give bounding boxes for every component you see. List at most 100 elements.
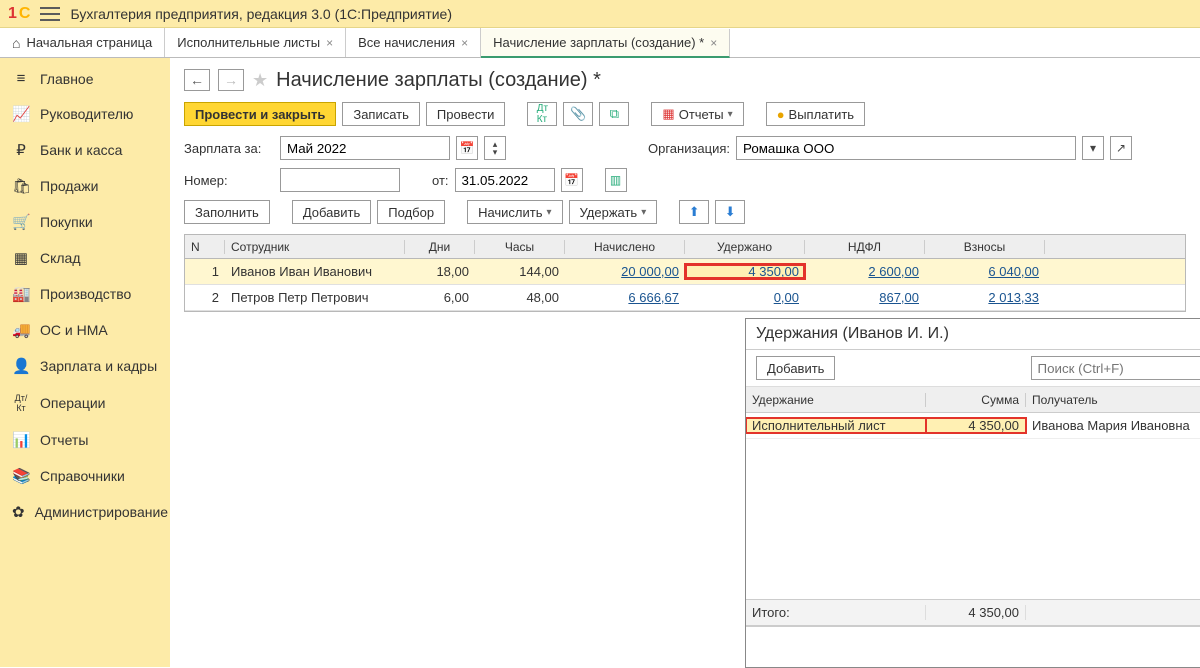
back-button[interactable]: ←	[184, 69, 210, 91]
col-withholding[interactable]: Удержание	[746, 393, 926, 407]
caret-down-icon: ▾	[728, 109, 733, 120]
button-label: Заполнить	[195, 205, 259, 220]
cell-contrib[interactable]: 2 013,33	[988, 290, 1039, 305]
from-label: от:	[432, 173, 449, 188]
add-button[interactable]: Добавить	[292, 200, 371, 224]
move-down-button[interactable]: ⬇	[715, 200, 745, 224]
dialog-row[interactable]: Исполнительный лист 4 350,00 Иванова Мар…	[746, 413, 1200, 439]
dialog-add-button[interactable]: Добавить	[756, 356, 835, 380]
post-button[interactable]: Провести	[426, 102, 506, 126]
sidebar-item-bank[interactable]: ₽Банк и касса	[0, 139, 170, 161]
col-recipient[interactable]: Получатель	[1026, 393, 1200, 407]
col-employee[interactable]: Сотрудник	[225, 240, 405, 254]
sidebar-item-os[interactable]: 🚚 ОС и НМА	[0, 319, 170, 341]
sidebar: ≡Главное 📈Руководителю ₽Банк и касса 🛍Пр…	[0, 58, 170, 667]
withhold-button[interactable]: Удержать ▾	[569, 200, 658, 224]
col-withheld[interactable]: Удержано	[685, 240, 805, 254]
cell-ndfl[interactable]: 2 600,00	[868, 264, 919, 279]
factory-icon: 🏭	[12, 285, 30, 303]
cell-accrued[interactable]: 20 000,00	[621, 264, 679, 279]
grid-icon: ▦	[12, 249, 30, 267]
sidebar-item-sales[interactable]: 🛍Продажи	[0, 175, 170, 197]
col-ndfl[interactable]: НДФЛ	[805, 240, 925, 254]
close-icon[interactable]: ×	[461, 36, 468, 50]
cell-days: 6,00	[405, 290, 475, 305]
col-days[interactable]: Дни	[405, 240, 475, 254]
sidebar-item-reports[interactable]: 📊Отчеты	[0, 429, 170, 451]
dialog-search-input[interactable]	[1031, 356, 1200, 380]
cell-withheld[interactable]: 4 350,00	[748, 264, 799, 279]
calendar-button[interactable]: 📅	[456, 136, 478, 160]
sidebar-item-prod[interactable]: 🏭Производство	[0, 283, 170, 305]
tab-home[interactable]: ⌂ Начальная страница	[0, 28, 165, 57]
accrue-button[interactable]: Начислить ▾	[467, 200, 562, 224]
pick-button[interactable]: Подбор	[377, 200, 445, 224]
col-sum[interactable]: Сумма	[926, 393, 1026, 407]
org-input[interactable]	[736, 136, 1076, 160]
home-icon: ⌂	[12, 35, 20, 51]
org-dropdown-button[interactable]: ▾	[1082, 136, 1104, 160]
cell-sum: 4 350,00	[926, 418, 1026, 433]
cell-withheld[interactable]: 0,00	[774, 290, 799, 305]
sidebar-item-admin[interactable]: ✿Администрирование	[0, 501, 170, 523]
cart-icon: 🛒	[12, 213, 30, 231]
table-row[interactable]: 1 Иванов Иван Иванович 18,00 144,00 20 0…	[185, 259, 1185, 285]
period-stepper[interactable]: ▴▾	[484, 136, 506, 160]
cell-n: 1	[185, 264, 225, 279]
truck-icon: 🚚	[12, 321, 30, 339]
ruble-icon: ₽	[12, 141, 30, 159]
sidebar-item-salary[interactable]: 👤Зарплата и кадры	[0, 355, 170, 377]
tab-isplisty[interactable]: Исполнительные листы ×	[165, 28, 346, 57]
col-n[interactable]: N	[185, 240, 225, 254]
table-row[interactable]: 2 Петров Петр Петрович 6,00 48,00 6 666,…	[185, 285, 1185, 311]
cell-contrib[interactable]: 6 040,00	[988, 264, 1039, 279]
sidebar-item-label: ОС и НМА	[40, 322, 108, 338]
sidebar-item-ops[interactable]: Дт/Кт Операции	[0, 391, 170, 415]
sidebar-item-main[interactable]: ≡Главное	[0, 68, 170, 89]
dtkt-button[interactable]: ДтКт	[527, 102, 557, 126]
org-open-button[interactable]: ↗	[1110, 136, 1132, 160]
hamburger-icon[interactable]	[40, 7, 60, 21]
move-up-button[interactable]: ⬆	[679, 200, 709, 224]
sidebar-item-stock[interactable]: ▦Склад	[0, 247, 170, 269]
forward-button[interactable]: →	[218, 69, 244, 91]
structure-button[interactable]: ⧉	[599, 102, 629, 126]
post-and-close-button[interactable]: Провести и закрыть	[184, 102, 336, 126]
sidebar-item-purchases[interactable]: 🛒 Покупки	[0, 211, 170, 233]
salary-period-input[interactable]	[280, 136, 450, 160]
sidebar-item-label: Операции	[40, 395, 106, 411]
extra-button[interactable]: ▥	[605, 168, 627, 192]
dtkt-icon: Дт/Кт	[12, 393, 30, 413]
col-contrib[interactable]: Взносы	[925, 240, 1045, 254]
number-input[interactable]	[280, 168, 400, 192]
fill-button[interactable]: Заполнить	[184, 200, 270, 224]
sidebar-item-directories[interactable]: 📚Справочники	[0, 465, 170, 487]
chart-icon: 📈	[12, 105, 30, 123]
date-input[interactable]	[455, 168, 555, 192]
cell-ndfl[interactable]: 867,00	[879, 290, 919, 305]
button-label: Удержать	[580, 205, 638, 220]
calendar-button[interactable]: 📅	[561, 168, 583, 192]
grid-header: N Сотрудник Дни Часы Начислено Удержано …	[185, 235, 1185, 259]
attach-button[interactable]: 📎	[563, 102, 593, 126]
col-hours[interactable]: Часы	[475, 240, 565, 254]
col-accrued[interactable]: Начислено	[565, 240, 685, 254]
pay-button[interactable]: ● Выплатить	[766, 102, 865, 126]
cell-emp: Иванов Иван Иванович	[225, 264, 405, 279]
grid-toolbar: Заполнить Добавить Подбор Начислить ▾ Уд…	[184, 200, 1186, 224]
bag-icon: 🛍	[12, 177, 30, 195]
tab-all-accruals[interactable]: Все начисления ×	[346, 28, 481, 57]
button-label: Отчеты	[679, 107, 724, 122]
tab-payroll-create[interactable]: Начисление зарплаты (создание) * ×	[481, 29, 730, 58]
sidebar-item-label: Покупки	[40, 214, 93, 230]
cell-accrued[interactable]: 6 666,67	[628, 290, 679, 305]
sidebar-item-manager[interactable]: 📈Руководителю	[0, 103, 170, 125]
books-icon: 📚	[12, 467, 30, 485]
total-sum: 4 350,00	[926, 605, 1026, 620]
reports-button[interactable]: ▦ Отчеты ▾	[651, 102, 743, 126]
horizontal-scrollbar[interactable]	[746, 625, 1200, 626]
save-button[interactable]: Записать	[342, 102, 420, 126]
favorite-icon[interactable]: ★	[252, 70, 268, 91]
close-icon[interactable]: ×	[326, 36, 333, 50]
close-icon[interactable]: ×	[710, 36, 717, 50]
